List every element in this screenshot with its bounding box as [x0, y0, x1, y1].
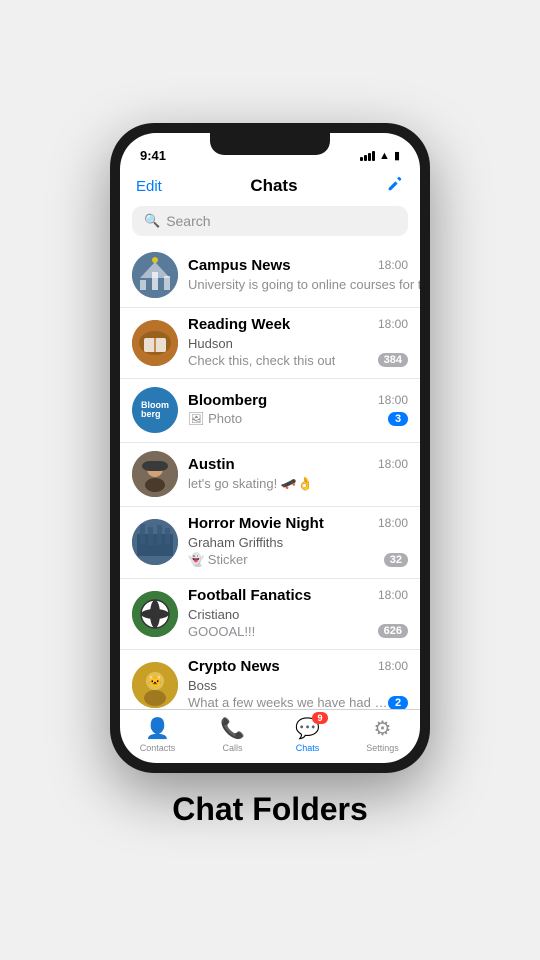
- status-icons: ▲ ▮: [360, 149, 400, 162]
- chat-name-crypto-news: Crypto News: [188, 658, 280, 675]
- avatar-football-fanatics: [132, 591, 178, 637]
- status-time: 9:41: [140, 148, 166, 163]
- chat-preview-austin: let's go skating! 🛹👌: [188, 476, 313, 491]
- compose-button[interactable]: [386, 175, 404, 198]
- nav-item-settings[interactable]: ⚙ Settings: [345, 716, 420, 753]
- chat-name-bloomberg: Bloomberg: [188, 392, 267, 409]
- nav-item-calls[interactable]: 📞 Calls: [195, 716, 270, 753]
- avatar-horror-movie-night: [132, 519, 178, 565]
- chat-item-reading-week[interactable]: Reading Week 18:00 Hudson Check this, ch…: [120, 308, 420, 379]
- nav-label-contacts: Contacts: [140, 743, 176, 753]
- chats-badge-wrap: 💬 9: [295, 716, 320, 741]
- svg-text:🐱: 🐱: [148, 674, 163, 688]
- contacts-icon: 👤: [145, 716, 170, 741]
- nav-label-settings: Settings: [366, 743, 399, 753]
- page-footer-title: Chat Folders: [172, 791, 368, 828]
- chat-content-reading-week: Reading Week 18:00 Hudson Check this, ch…: [188, 316, 408, 370]
- badge-reading-week: 384: [378, 353, 408, 367]
- badge-bloomberg: 3: [388, 412, 408, 426]
- battery-icon: ▮: [394, 149, 400, 162]
- horror-avatar-icon: [132, 519, 178, 565]
- chat-item-crypto-news[interactable]: 🐱 Crypto News 18:00 Boss What a few week…: [120, 650, 420, 709]
- avatar-reading-week: [132, 320, 178, 366]
- chat-time-austin: 18:00: [378, 457, 408, 471]
- chats-badge: 9: [312, 712, 328, 724]
- chat-item-campus-news[interactable]: Campus News 18:00 University is going to…: [120, 244, 420, 308]
- nav-label-calls: Calls: [222, 743, 242, 753]
- nav-item-chats[interactable]: 💬 9 Chats: [270, 716, 345, 753]
- chat-name-horror-movie-night: Horror Movie Night: [188, 515, 324, 532]
- avatar-bloomberg: Bloomberg: [132, 387, 178, 433]
- chat-preview-reading-week: Check this, check this out: [188, 353, 335, 368]
- chat-time-crypto-news: 18:00: [378, 659, 408, 673]
- chat-content-horror-movie-night: Horror Movie Night 18:00 Graham Griffith…: [188, 515, 408, 570]
- chat-list: Campus News 18:00 University is going to…: [120, 244, 420, 709]
- badge-crypto-news: 2: [388, 696, 408, 709]
- chat-preview-crypto-news: What a few weeks we have had 📈: [188, 695, 388, 709]
- bloomberg-text: Bloomberg: [141, 401, 169, 419]
- chat-preview-bloomberg: 🖼 Photo: [188, 411, 242, 427]
- chat-sender-crypto-news: Boss: [188, 678, 217, 693]
- badge-football-fanatics: 626: [378, 624, 408, 638]
- chat-time-horror-movie-night: 18:00: [378, 516, 408, 530]
- signal-bars-icon: [360, 151, 375, 161]
- chat-item-austin[interactable]: Austin 18:00 let's go skating! 🛹👌: [120, 443, 420, 507]
- chat-content-crypto-news: Crypto News 18:00 Boss What a few weeks …: [188, 658, 408, 709]
- settings-icon: ⚙: [374, 716, 392, 741]
- chat-sender-football-fanatics: Cristiano: [188, 607, 239, 622]
- wifi-icon: ▲: [379, 150, 390, 162]
- nav-label-chats: Chats: [296, 743, 320, 753]
- chat-preview-horror-movie-night: 👻 Sticker: [188, 552, 248, 568]
- chat-sender-horror-movie-night: Graham Griffiths: [188, 535, 283, 550]
- austin-avatar-icon: [132, 451, 178, 497]
- chat-name-campus-news: Campus News: [188, 257, 291, 274]
- chat-content-campus-news: Campus News 18:00 University is going to…: [188, 257, 408, 294]
- avatar-austin: [132, 451, 178, 497]
- nav-header: Edit Chats: [120, 171, 420, 206]
- chat-content-austin: Austin 18:00 let's go skating! 🛹👌: [188, 456, 408, 493]
- notch: [210, 133, 330, 155]
- nav-item-contacts[interactable]: 👤 Contacts: [120, 716, 195, 753]
- crypto-avatar-icon: 🐱: [132, 662, 178, 708]
- calls-icon: 📞: [220, 716, 245, 741]
- chat-time-reading-week: 18:00: [378, 317, 408, 331]
- phone-shell: 9:41 ▲ ▮ Edit Chats: [110, 123, 430, 773]
- chat-content-football-fanatics: Football Fanatics 18:00 Cristiano GOOOAL…: [188, 587, 408, 641]
- chat-name-austin: Austin: [188, 456, 235, 473]
- avatar-campus-news: [132, 252, 178, 298]
- chat-time-football-fanatics: 18:00: [378, 588, 408, 602]
- badge-horror-movie-night: 32: [384, 553, 408, 567]
- page-title: Chats: [250, 176, 297, 196]
- search-placeholder: Search: [166, 213, 210, 229]
- chat-content-bloomberg: Bloomberg 18:00 🖼 Photo 3: [188, 392, 408, 429]
- chat-sender-reading-week: Hudson: [188, 336, 233, 351]
- chat-preview-football-fanatics: GOOOAL!!!: [188, 624, 255, 639]
- campus-avatar-icon: [132, 252, 178, 298]
- chat-time-bloomberg: 18:00: [378, 393, 408, 407]
- chat-name-reading-week: Reading Week: [188, 316, 290, 333]
- football-avatar-icon: [132, 591, 178, 637]
- phone-screen: 9:41 ▲ ▮ Edit Chats: [120, 133, 420, 763]
- chat-preview-campus-news: University is going to online courses fo…: [188, 277, 420, 292]
- edit-button[interactable]: Edit: [136, 178, 162, 195]
- chat-name-football-fanatics: Football Fanatics: [188, 587, 311, 604]
- chat-item-horror-movie-night[interactable]: Horror Movie Night 18:00 Graham Griffith…: [120, 507, 420, 579]
- avatar-crypto-news: 🐱: [132, 662, 178, 708]
- chat-item-bloomberg[interactable]: Bloomberg Bloomberg 18:00 🖼 Photo 3: [120, 379, 420, 443]
- chat-time-campus-news: 18:00: [378, 258, 408, 272]
- chat-item-football-fanatics[interactable]: Football Fanatics 18:00 Cristiano GOOOAL…: [120, 579, 420, 650]
- bottom-nav: 👤 Contacts 📞 Calls 💬 9 Chats ⚙ Settings: [120, 709, 420, 763]
- reading-avatar-icon: [132, 320, 178, 366]
- search-bar[interactable]: 🔍 Search: [132, 206, 408, 236]
- compose-icon: [386, 175, 404, 193]
- search-icon: 🔍: [144, 213, 160, 229]
